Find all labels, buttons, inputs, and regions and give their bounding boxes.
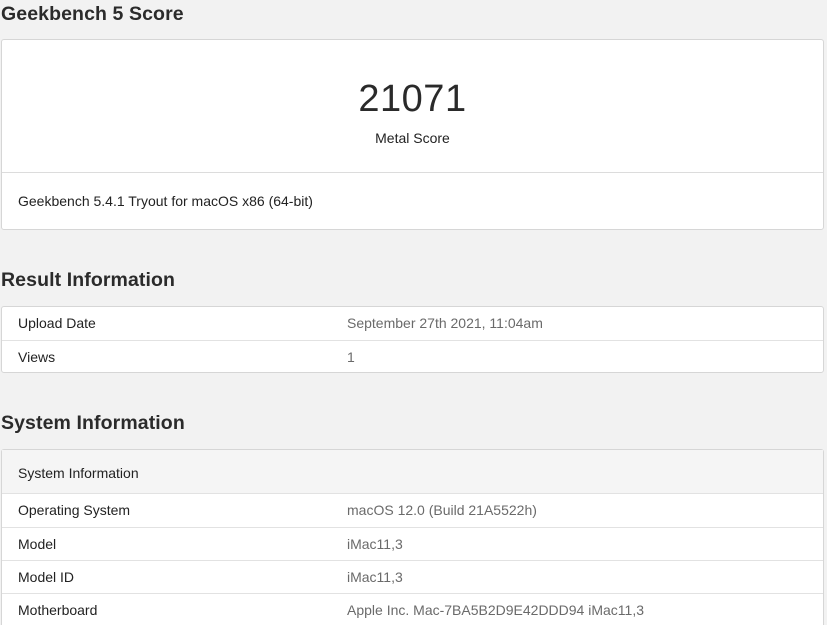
table-row-model-id: Model ID iMac11,3 [2,560,823,593]
benchmark-version-text: Geekbench 5.4.1 Tryout for macOS x86 (64… [18,193,313,209]
metal-score-label: Metal Score [375,130,450,146]
table-row-upload-date: Upload Date September 27th 2021, 11:04am [2,307,823,340]
row-value: September 27th 2021, 11:04am [347,315,543,331]
row-label: Upload Date [18,315,96,331]
system-table-header: System Information [2,450,823,494]
row-value: 1 [347,349,355,365]
row-value: iMac11,3 [347,569,403,585]
row-value: Apple Inc. Mac-7BA5B2D9E42DDD94 iMac11,3 [347,602,645,618]
row-value: macOS 12.0 (Build 21A5522h) [347,502,537,518]
table-row-motherboard: Motherboard Apple Inc. Mac-7BA5B2D9E42DD… [2,593,823,625]
result-info-table: Upload Date September 27th 2021, 11:04am… [1,306,824,373]
row-label: Operating System [18,502,131,518]
row-label: Model [18,536,57,552]
row-label: Model ID [18,569,75,585]
system-info-table: System Information Operating System macO… [1,449,824,625]
metal-score-value: 21071 [358,78,467,120]
score-divider [2,172,823,173]
result-section-title: Result Information [1,269,176,291]
system-table-header-label: System Information [18,465,139,481]
table-row-views: Views 1 [2,340,823,373]
row-value: iMac11,3 [347,536,403,552]
table-row-model: Model iMac11,3 [2,527,823,560]
row-label: Motherboard [18,602,98,618]
score-card: 21071 Metal Score Geekbench 5.4.1 Tryout… [1,39,824,230]
page: Geekbench 5 Score 21071 Metal Score Geek… [0,0,827,625]
system-section-title: System Information [1,412,185,434]
table-row-operating-system: Operating System macOS 12.0 (Build 21A55… [2,494,823,527]
row-label: Views [18,349,56,365]
score-section-title: Geekbench 5 Score [1,3,184,25]
